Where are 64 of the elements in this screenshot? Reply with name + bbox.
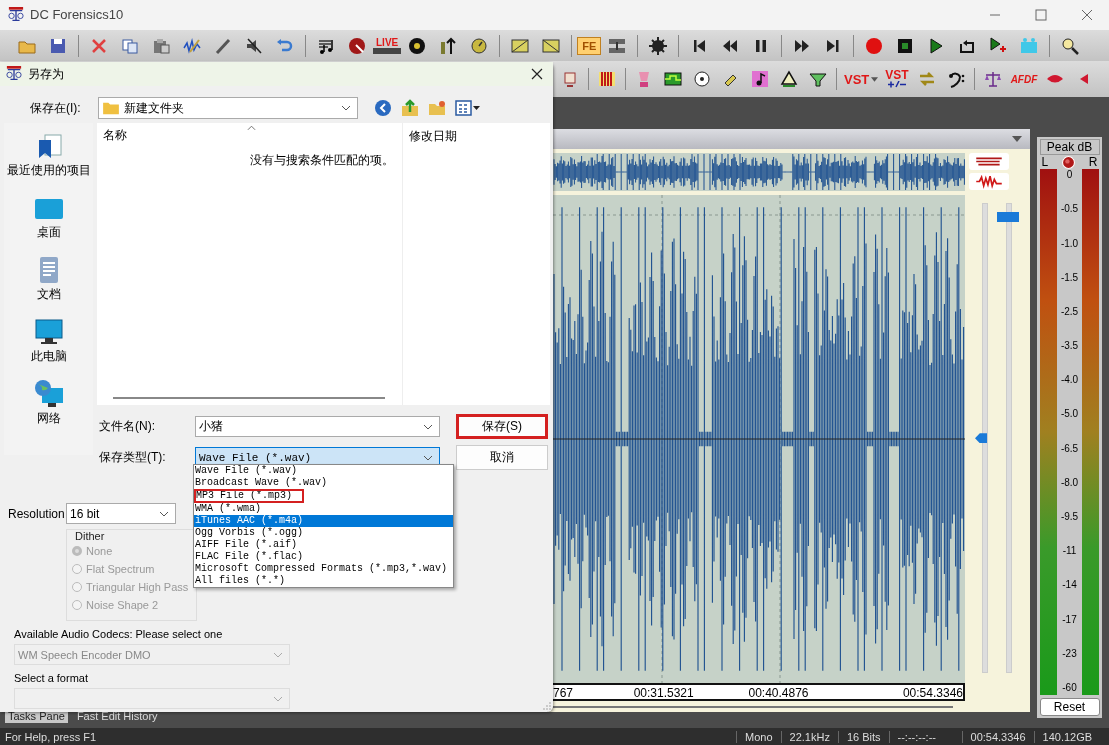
channel-label: L bbox=[1041, 155, 1049, 170]
scale-label: -60 bbox=[1062, 681, 1077, 693]
places-item[interactable]: 桌面 bbox=[32, 185, 65, 247]
scale-label: -17 bbox=[1062, 613, 1077, 625]
save-button[interactable]: 保存(S) bbox=[456, 414, 548, 439]
column-header[interactable]: 修改日期 bbox=[403, 128, 457, 145]
status-field: 22.1kHz bbox=[780, 730, 838, 743]
file-type-option[interactable]: FLAC File (*.flac) bbox=[194, 551, 453, 563]
file-type-option[interactable]: Ogg Vorbis (*.ogg) bbox=[194, 527, 453, 539]
column-header[interactable]: 名称 bbox=[103, 126, 127, 144]
time-label: 767 bbox=[553, 686, 574, 701]
panel-tab[interactable]: Fast Edit History bbox=[73, 709, 161, 724]
status-field: 00:54.3346 bbox=[961, 730, 1034, 743]
time-label: 00:31.5321 bbox=[633, 686, 694, 701]
status-field: --:--:--:-- bbox=[888, 730, 962, 743]
folder-dropdown[interactable]: 新建文件夹 bbox=[98, 97, 358, 119]
field-label: 保存在(I): bbox=[30, 99, 82, 117]
scale-label: -8.0 bbox=[1060, 476, 1079, 488]
field-label: Resolution bbox=[8, 506, 66, 521]
empty-message: 没有与搜索条件匹配的项。 bbox=[250, 152, 394, 169]
group-label: Dither bbox=[75, 530, 106, 542]
scale-label: -0.5 bbox=[1060, 203, 1079, 215]
channel-label: R bbox=[1088, 155, 1098, 170]
resolution-dropdown[interactable]: 16 bit bbox=[66, 503, 176, 524]
status-text: For Help, press F1 bbox=[5, 730, 98, 743]
fe-button[interactable]: FE bbox=[577, 36, 602, 55]
file-type-option[interactable]: iTunes AAC (*.m4a) bbox=[194, 515, 453, 527]
field-label: Available Audio Codecs: Please select one bbox=[14, 628, 224, 640]
status-field: 16 Bits bbox=[837, 730, 889, 743]
scale-label: -9.5 bbox=[1060, 511, 1079, 522]
status-field: 140.12GB bbox=[1033, 730, 1101, 743]
scale-label: -2.5 bbox=[1060, 305, 1079, 317]
meter-title: Peak dB bbox=[1039, 139, 1100, 156]
scale-label: 0 bbox=[1066, 169, 1073, 181]
scale-label: -5.0 bbox=[1060, 408, 1079, 420]
file-type-option[interactable]: Wave File (*.wav) bbox=[194, 465, 453, 477]
file-type-option[interactable]: Microsoft Compressed Formats (*.mp3,*.wav) bbox=[194, 563, 453, 575]
places-item[interactable]: 网络 bbox=[32, 371, 65, 433]
field-label: 文件名(N): bbox=[98, 418, 156, 435]
places-item[interactable]: 最近使用的项目 bbox=[6, 123, 91, 185]
window-title: DC Forensics10 bbox=[30, 7, 124, 23]
scale-label: -11 bbox=[1062, 545, 1077, 557]
scale-label: -1.5 bbox=[1060, 271, 1079, 283]
status-field: Mono bbox=[736, 730, 781, 743]
field-label: Select a format bbox=[14, 672, 89, 684]
file-type-option[interactable]: WMA (*.wma) bbox=[194, 503, 453, 515]
filename-field[interactable]: 小猪 bbox=[195, 416, 440, 437]
cancel-button[interactable]: 取消 bbox=[456, 445, 548, 470]
file-type-option[interactable]: AIFF File (*.aif) bbox=[194, 539, 453, 551]
field-label: 保存类型(T): bbox=[98, 449, 167, 466]
file-type-option[interactable]: Broadcast Wave (*.wav) bbox=[194, 477, 453, 489]
dialog-title: 另存为 bbox=[28, 65, 64, 83]
time-label: 00:54.3346 bbox=[902, 686, 963, 701]
places-item[interactable]: 此电脑 bbox=[30, 309, 67, 371]
places-item[interactable]: 文档 bbox=[32, 247, 65, 309]
scale-label: -3.5 bbox=[1060, 340, 1079, 352]
scale-label: -6.5 bbox=[1060, 442, 1079, 454]
time-label: 00:40.4876 bbox=[748, 686, 809, 701]
scale-label: -23 bbox=[1062, 647, 1077, 659]
scale-label: -4.0 bbox=[1060, 374, 1079, 386]
scale-label: -1.0 bbox=[1060, 237, 1079, 249]
reset-button[interactable]: Reset bbox=[1039, 698, 1100, 717]
scale-label: -14 bbox=[1062, 579, 1077, 591]
file-type-option[interactable]: All files (*.*) bbox=[194, 575, 453, 587]
